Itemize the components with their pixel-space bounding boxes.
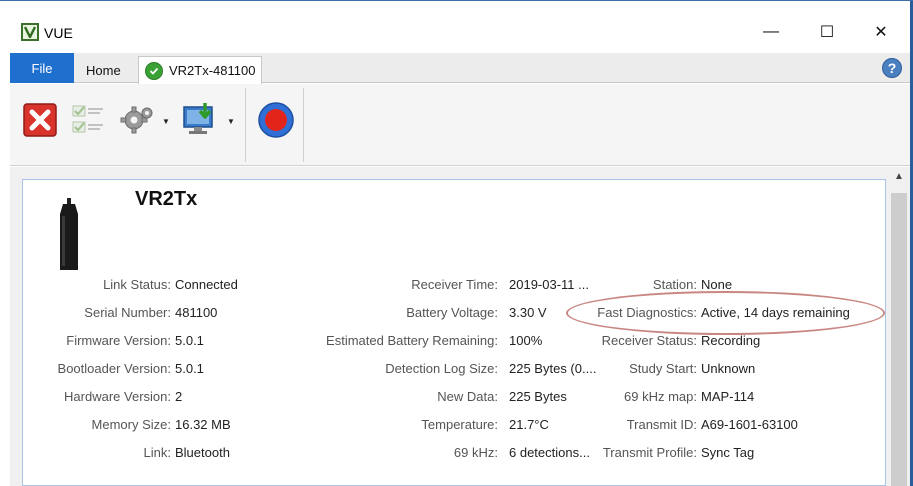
field-value: Active, 14 days remaining	[701, 305, 850, 320]
field-detection-log-size: Detection Log Size: 225 Bytes (0....	[223, 360, 603, 378]
gear-icon	[120, 106, 153, 134]
maximize-icon: ☐	[819, 24, 835, 41]
scroll-thumb[interactable]	[891, 193, 907, 486]
field-value: Bluetooth	[175, 445, 230, 460]
field-value: Recording	[701, 333, 761, 348]
field-station: Station: None	[583, 276, 883, 294]
field-value: 225 Bytes	[509, 389, 567, 404]
vertical-scrollbar[interactable]: ▲	[888, 167, 910, 486]
field-label: Firmware Version:	[66, 333, 171, 348]
field-label: Transmit Profile:	[602, 445, 697, 460]
field-label: 69 kHz:	[453, 445, 498, 460]
field-temperature: Temperature: 21.7°C	[223, 416, 603, 434]
minimize-icon: —	[763, 23, 779, 40]
field-label: 69 kHz map:	[624, 389, 697, 404]
field-value: 481100	[175, 305, 218, 320]
field-label: Battery Voltage:	[406, 305, 498, 320]
window-title: VUE	[44, 25, 73, 41]
field-value: None	[701, 277, 733, 292]
field-value: 3.30 V	[509, 305, 547, 320]
title-bar: VUE — ☐ ✕	[8, 15, 910, 51]
field-value: MAP-114	[701, 389, 755, 404]
close-window-button[interactable]: ✕	[858, 17, 904, 47]
close-icon: ✕	[874, 24, 888, 41]
checklist-button[interactable]	[68, 100, 108, 140]
field-label: Study Start:	[629, 361, 697, 376]
connected-check-icon	[145, 61, 163, 80]
field-label: Transmit ID:	[626, 417, 697, 432]
field-value: 2	[175, 389, 183, 404]
vue-logo-icon	[21, 23, 39, 41]
field-label: Temperature:	[421, 417, 498, 432]
scroll-up-icon[interactable]: ▲	[894, 171, 904, 182]
field-transmit-id: Transmit ID: A69-1601-63100	[583, 416, 883, 434]
red-x-icon	[23, 103, 57, 137]
field-value: A69-1601-63100	[701, 417, 798, 432]
field-receiver-time: Receiver Time: 2019-03-11 ...	[223, 276, 603, 294]
record-icon	[258, 102, 294, 138]
settings-dropdown-icon[interactable]: ▼	[162, 117, 170, 126]
field-69khz-map: 69 kHz map: MAP-114	[583, 388, 883, 406]
field-label: Memory Size:	[91, 417, 171, 432]
field-label: Link Status:	[103, 277, 171, 292]
toolbar-separator	[303, 88, 304, 162]
help-icon[interactable]: ?	[882, 58, 902, 78]
download-icon	[183, 103, 213, 134]
disconnect-button[interactable]	[20, 100, 60, 140]
field-label: Estimated Battery Remaining:	[326, 333, 498, 348]
device-tab-label: VR2Tx-481100	[169, 63, 256, 78]
field-value: 5.0.1	[175, 361, 204, 376]
field-value: 2019-03-11 ...	[509, 277, 589, 292]
tab-home[interactable]: Home	[80, 57, 127, 83]
field-value: 21.7°C	[509, 417, 549, 432]
download-button[interactable]	[180, 100, 220, 140]
device-info-panel: VR2Tx Link Status: Connected Serial Numb…	[22, 179, 886, 486]
minimize-button[interactable]: —	[748, 17, 794, 47]
field-value: Sync Tag	[701, 445, 755, 460]
field-fast-diagnostics: Fast Diagnostics: Active, 14 days remain…	[583, 304, 883, 322]
field-69khz: 69 kHz: 6 detections...	[223, 444, 603, 462]
field-label: Link:	[143, 445, 171, 460]
download-dropdown-icon[interactable]: ▼	[227, 117, 235, 126]
field-value: Unknown	[701, 361, 756, 376]
field-label: Station:	[652, 277, 697, 292]
field-label: Hardware Version:	[64, 389, 171, 404]
field-label: Bootloader Version:	[57, 361, 171, 376]
field-value: 6 detections...	[509, 445, 590, 460]
ribbon-toolbar: ▼ ▼	[10, 84, 910, 166]
checklist-icon	[72, 105, 103, 133]
field-label: Serial Number:	[84, 305, 171, 320]
field-new-data: New Data: 225 Bytes	[223, 388, 603, 406]
device-name: VR2Tx	[135, 188, 198, 210]
device-content-area: VR2Tx Link Status: Connected Serial Numb…	[10, 167, 910, 486]
field-value: 100%	[509, 333, 543, 348]
field-receiver-status: Receiver Status: Recording	[583, 332, 883, 350]
toolbar-separator	[245, 88, 246, 162]
field-battery-remaining: Estimated Battery Remaining: 100%	[223, 332, 603, 350]
field-label: Receiver Time:	[411, 277, 498, 292]
field-transmit-profile: Transmit Profile: Sync Tag	[583, 444, 883, 462]
vue-window: VUE — ☐ ✕ File Home VR2Tx-481100 ? ▼ ▼ V…	[0, 0, 913, 486]
field-label: Receiver Status:	[601, 333, 697, 348]
receiver-device-image	[60, 198, 78, 270]
settings-button[interactable]	[118, 100, 158, 140]
record-button[interactable]	[256, 100, 296, 140]
ribbon-tab-row: File Home VR2Tx-481100 ?	[10, 53, 910, 84]
field-battery-voltage: Battery Voltage: 3.30 V	[223, 304, 603, 322]
field-value: 5.0.1	[175, 333, 204, 348]
maximize-button[interactable]: ☐	[804, 17, 850, 47]
field-label: Detection Log Size:	[385, 361, 498, 376]
field-label: New Data:	[437, 389, 498, 404]
field-label: Fast Diagnostics:	[597, 305, 697, 320]
tab-file[interactable]: File	[10, 53, 74, 83]
tab-device[interactable]: VR2Tx-481100	[138, 56, 262, 84]
field-study-start: Study Start: Unknown	[583, 360, 883, 378]
